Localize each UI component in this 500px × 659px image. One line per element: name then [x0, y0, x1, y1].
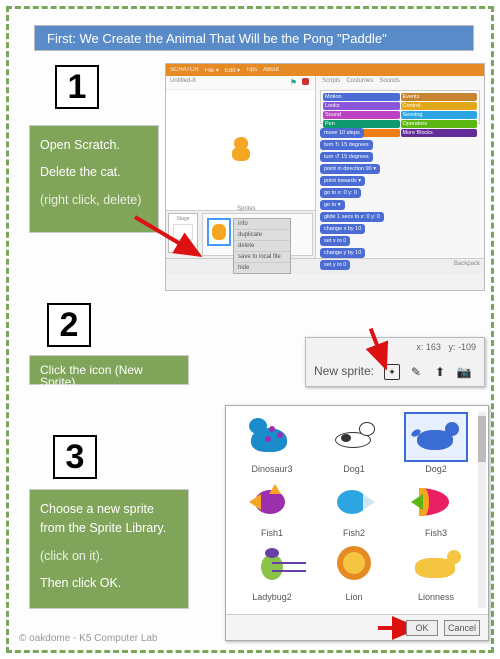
library-footer: OK Cancel: [226, 614, 488, 640]
cat-more: More Blocks: [401, 129, 478, 137]
library-item-fish3[interactable]: Fish3: [396, 476, 476, 538]
scratch-cat-icon: [230, 137, 252, 163]
instruction-3-line-3: Then click OK.: [40, 574, 178, 593]
ctx-delete: delete: [234, 241, 290, 252]
scratch-logo: SCRATCH: [170, 67, 199, 73]
block-palette: Motion Events Looks Control Sound Sensin…: [320, 90, 480, 124]
scratch-menu-bar: SCRATCH File ▾ Edit ▾ Tips About: [166, 64, 484, 76]
cat-sound: Sound: [323, 111, 400, 119]
library-item-fish2[interactable]: Fish2: [314, 476, 394, 538]
ctx-hide: hide: [234, 263, 290, 273]
library-item-label: Dog1: [314, 464, 394, 474]
scratch-editor-screenshot: SCRATCH File ▾ Edit ▾ Tips About Untitle…: [165, 63, 485, 291]
instruction-1-line-3: (right click, delete): [40, 191, 148, 210]
library-item-label: Ladybug2: [232, 592, 312, 602]
block: set y to 0: [320, 260, 350, 270]
ctx-duplicate: duplicate: [234, 230, 290, 241]
editor-tabs: Scripts Costumes Sounds: [318, 78, 482, 88]
block: set x to 0: [320, 236, 350, 246]
menu-edit: Edit ▾: [225, 67, 240, 74]
menu-tips: Tips: [246, 67, 257, 73]
library-scrollbar[interactable]: [478, 412, 486, 608]
cat-events: Events: [401, 93, 478, 101]
sprite-context-menu: info duplicate delete save to local file…: [233, 218, 291, 274]
cat-pen: Pen: [323, 120, 400, 128]
ctx-info: info: [234, 219, 290, 230]
stage-header: Untitled-8 ⚑: [166, 76, 315, 90]
library-item-label: Lion: [314, 592, 394, 602]
motion-blocks: move 10 steps turn ↻ 15 degrees turn ↺ 1…: [318, 126, 482, 272]
block: move 10 steps: [320, 128, 364, 138]
library-item-label: Dinosaur3: [232, 464, 312, 474]
cat-sensing: Sensing: [401, 111, 478, 119]
new-sprite-label: New sprite:: [314, 364, 374, 378]
cat-control: Control: [401, 102, 478, 110]
library-item-label: Dog2: [396, 464, 476, 474]
ctx-save: save to local file: [234, 252, 290, 263]
step-number-1: 1: [55, 65, 99, 109]
block: turn ↺ 15 degrees: [320, 152, 373, 162]
cat-motion: Motion: [323, 93, 400, 101]
block: point in direction 90 ▾: [320, 164, 380, 174]
tab-scripts: Scripts: [322, 78, 340, 88]
step-number-2: 2: [47, 303, 91, 347]
page-title: First: We Create the Animal That Will be…: [34, 25, 474, 51]
sprite-library-dialog: Dinosaur3 Dog1 Dog2 Fish1 Fish2 Fish3: [225, 405, 489, 641]
block: go to ▾: [320, 200, 345, 210]
arrow-icon: [133, 215, 213, 270]
instruction-1-line-2: Delete the cat.: [40, 163, 148, 182]
project-title: Untitled-8: [170, 78, 196, 84]
sprite-list: Sprites info duplicate delete save to lo…: [202, 213, 313, 256]
page-frame: First: We Create the Animal That Will be…: [6, 6, 494, 653]
stop-icon: [302, 78, 309, 85]
sprites-label: Sprites: [237, 206, 256, 212]
ok-button[interactable]: OK: [406, 620, 438, 636]
tab-costumes: Costumes: [346, 78, 373, 88]
library-item-dinosaur3[interactable]: Dinosaur3: [232, 412, 312, 474]
instruction-3-line-1: Choose a new sprite from the Sprite Libr…: [40, 500, 178, 539]
library-item-lion[interactable]: Lion: [314, 540, 394, 602]
block: point towards ▾: [320, 176, 365, 186]
coord-y-value: -109: [458, 342, 476, 352]
new-sprite-toolbar: x: 163 y: -109 New sprite: ✦ ✎ ⬆ 📷: [305, 337, 485, 387]
copyright-text: © oakdome - K5 Computer Lab: [19, 633, 158, 644]
library-item-label: Fish1: [232, 528, 312, 538]
green-flag-icon: ⚑: [290, 78, 297, 87]
instruction-2-text: Click the icon (New Sprite).: [40, 363, 143, 389]
stage-coords: x: 163 y: -109: [416, 342, 476, 352]
block: change y by 10: [320, 248, 365, 258]
library-item-label: Fish3: [396, 528, 476, 538]
library-item-dog2[interactable]: Dog2: [396, 412, 476, 474]
instruction-1-line-1: Open Scratch.: [40, 136, 148, 155]
cat-looks: Looks: [323, 102, 400, 110]
stage-area: [166, 90, 315, 210]
scripts-column: Scripts Costumes Sounds Motion Events Lo…: [316, 76, 484, 258]
library-item-ladybug2[interactable]: Ladybug2: [232, 540, 312, 602]
library-item-lionness[interactable]: Lionness: [396, 540, 476, 602]
coord-y-label: y:: [448, 342, 455, 352]
cat-operators: Operators: [401, 120, 478, 128]
coord-x-value: 163: [426, 342, 441, 352]
camera-sprite-icon[interactable]: 📷: [456, 364, 472, 380]
block: go to x: 0 y: 0: [320, 188, 361, 198]
menu-about: About: [263, 67, 279, 73]
instruction-box-3: Choose a new sprite from the Sprite Libr…: [29, 489, 189, 609]
paint-sprite-icon[interactable]: ✎: [408, 364, 424, 380]
upload-sprite-icon[interactable]: ⬆: [432, 364, 448, 380]
coord-x-label: x:: [416, 342, 423, 352]
library-item-fish1[interactable]: Fish1: [232, 476, 312, 538]
step-number-3: 3: [53, 435, 97, 479]
library-item-label: Fish2: [314, 528, 394, 538]
library-item-dog1[interactable]: Dog1: [314, 412, 394, 474]
block: change x by 10: [320, 224, 365, 234]
menu-file: File ▾: [205, 67, 219, 74]
tab-sounds: Sounds: [379, 78, 399, 88]
library-item-label: Lionness: [396, 592, 476, 602]
instruction-3-line-2: (click on it).: [40, 547, 178, 566]
instruction-box-2: Click the icon (New Sprite).: [29, 355, 189, 385]
block: glide 1 secs to x: 0 y: 0: [320, 212, 384, 222]
block: turn ↻ 15 degrees: [320, 140, 373, 150]
cancel-button[interactable]: Cancel: [444, 620, 480, 636]
